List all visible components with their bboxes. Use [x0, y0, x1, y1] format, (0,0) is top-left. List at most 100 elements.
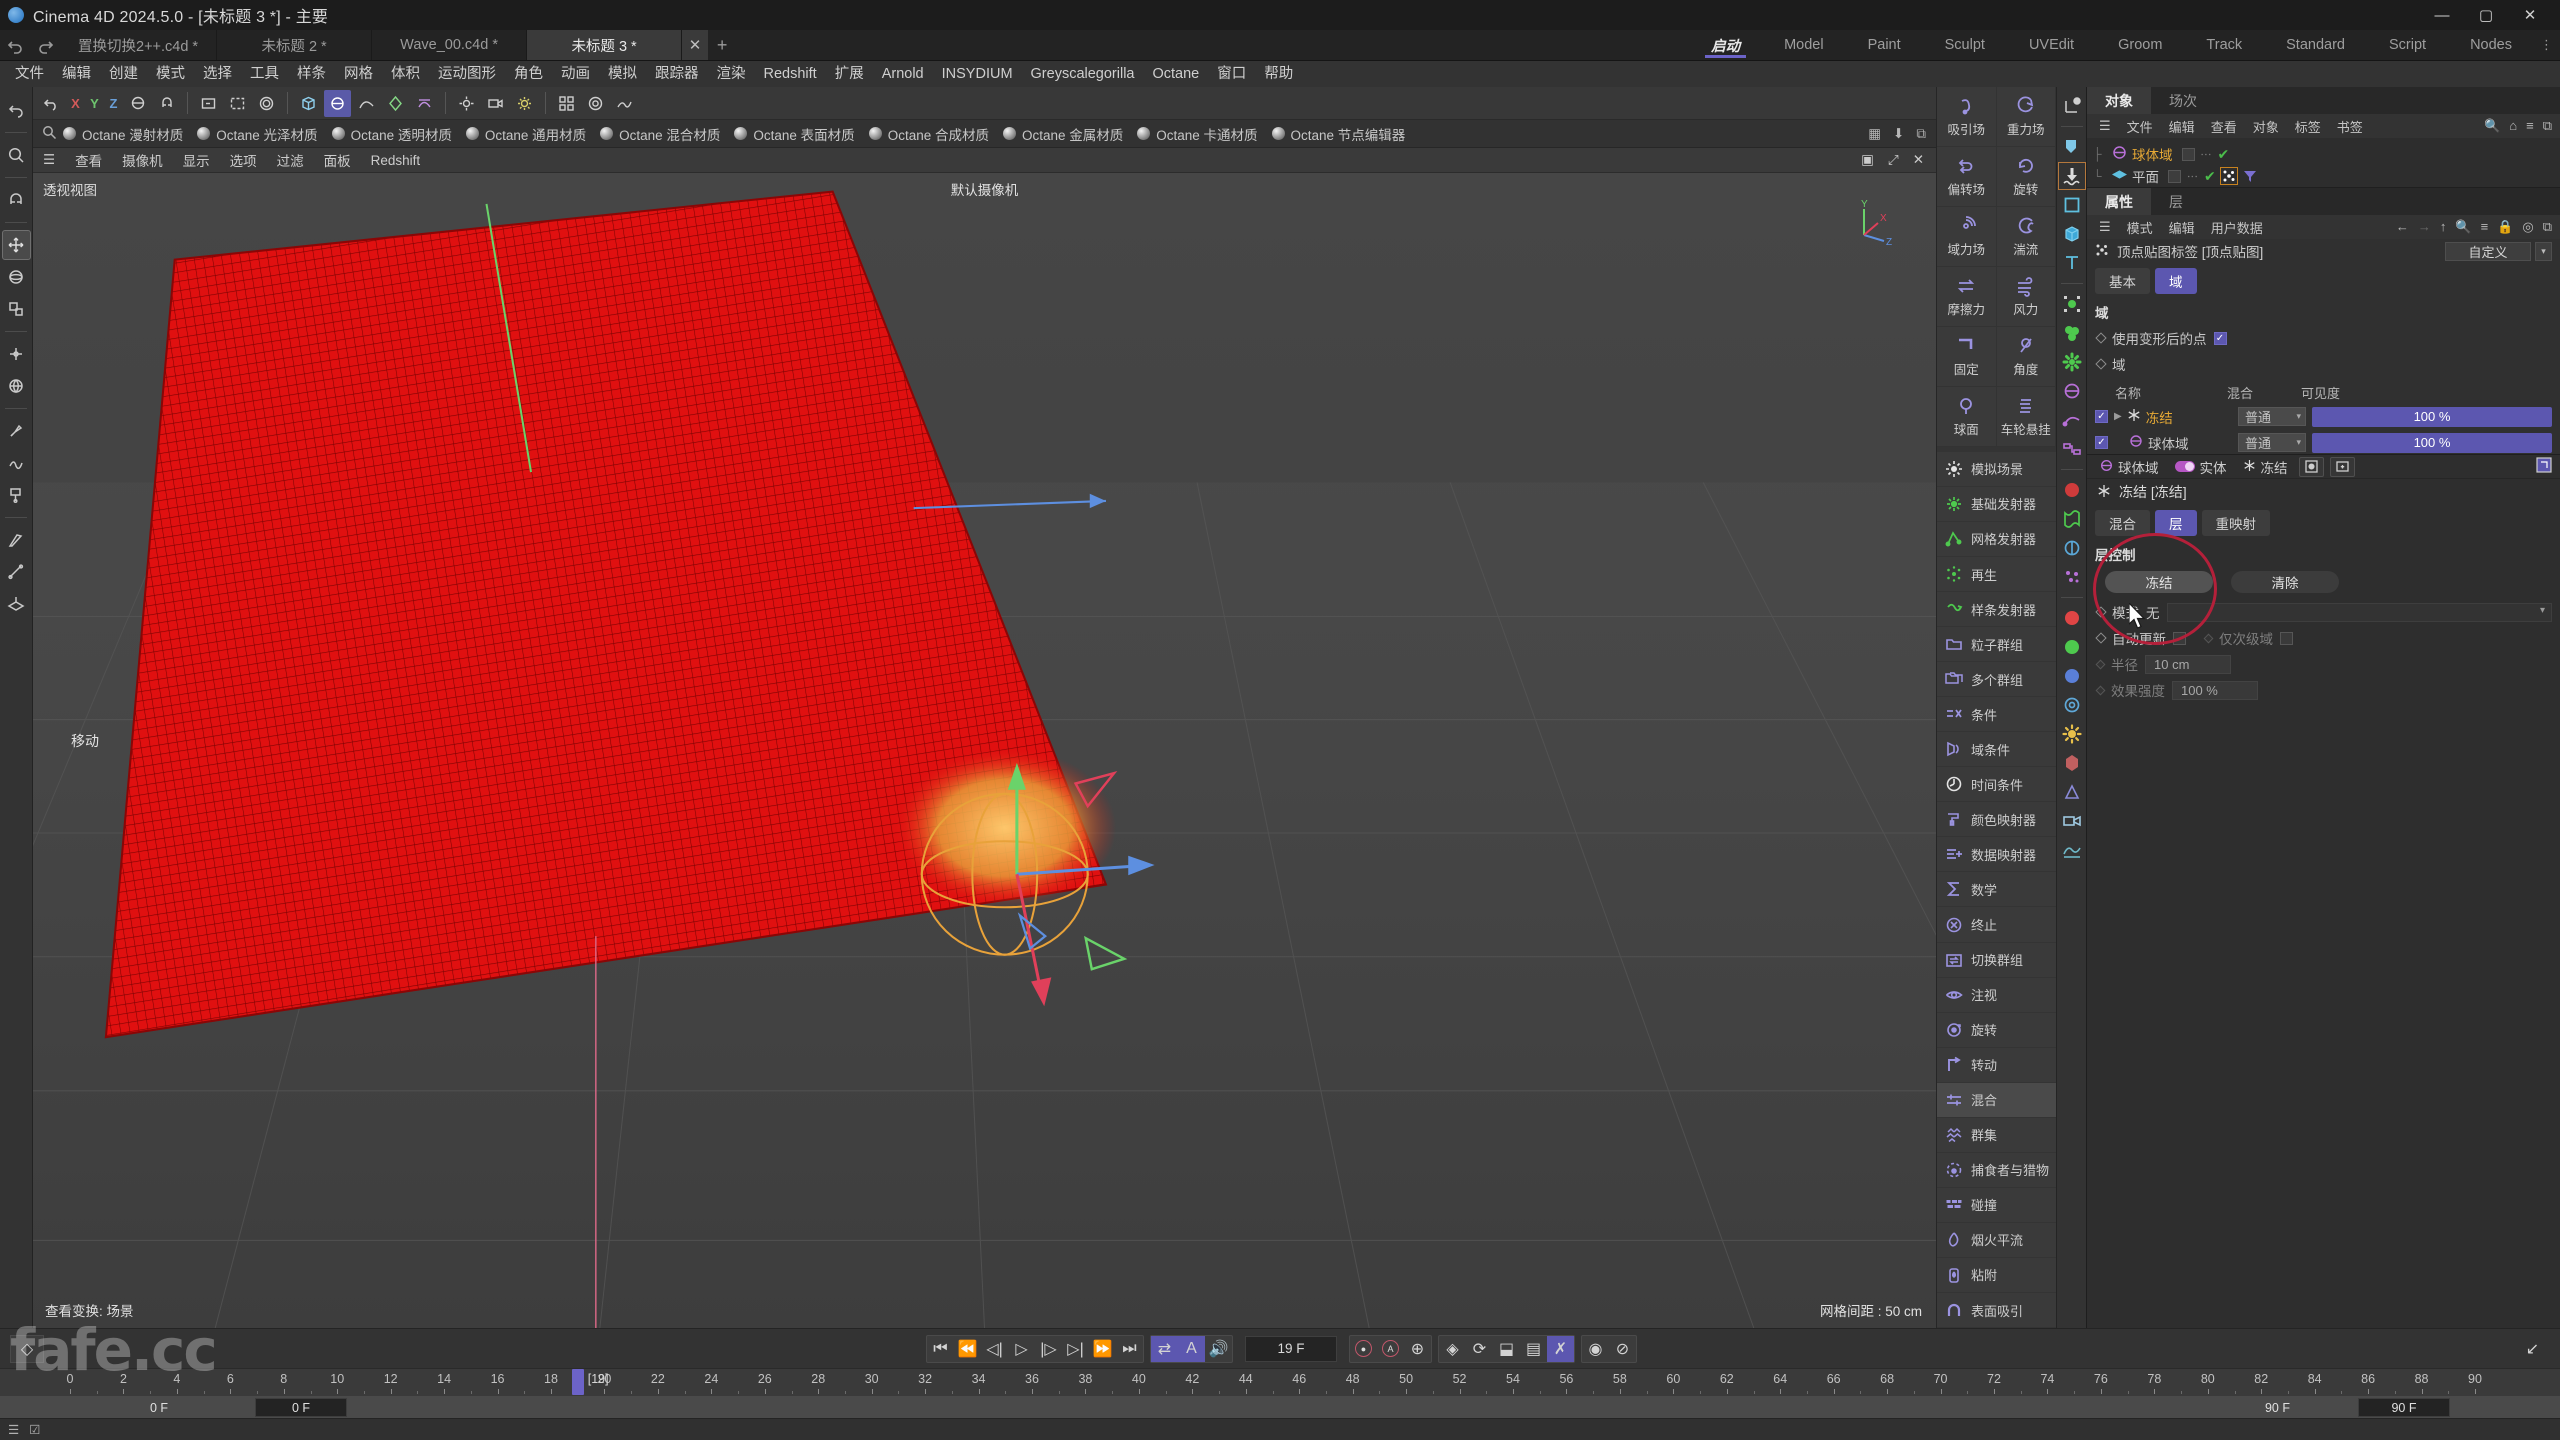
material-grid-icon[interactable]: ▦ — [1868, 126, 1881, 142]
layout-tab-model[interactable]: Model — [1762, 30, 1846, 60]
go-to-start-button[interactable]: ⏮ — [927, 1336, 954, 1362]
constraint-wheel-suspension[interactable]: 车轮悬挂 — [1996, 387, 2056, 447]
preset-value[interactable]: 自定义 — [2445, 241, 2531, 261]
axis-x-button[interactable]: X — [66, 92, 85, 114]
breadcrumb-new-folder-button[interactable] — [2329, 456, 2355, 477]
am-menu-mode[interactable]: 模式 — [2119, 218, 2161, 237]
sim-item-color-mapper[interactable]: 颜色映射器 — [1937, 802, 2056, 838]
sim-item-mesh-emitter[interactable]: 网格发射器 — [1937, 522, 2056, 558]
camera-rig-icon[interactable] — [2059, 808, 2085, 834]
smooth-tool-icon[interactable] — [2, 448, 31, 478]
object-row-sphere-field[interactable]: ├ 球体域 ⋮ ✔ — [2087, 143, 2560, 165]
animate-diamond-icon[interactable] — [2095, 358, 2107, 370]
props-seg-layer[interactable]: 层 — [2155, 510, 2197, 536]
field-tag-icon[interactable] — [2242, 168, 2258, 184]
menu-render[interactable]: 渲染 — [708, 61, 755, 87]
render-queue-icon[interactable] — [2059, 605, 2085, 631]
menu-window[interactable]: 窗口 — [1208, 61, 1255, 87]
object-enabled-check[interactable]: ✔ — [2204, 168, 2216, 185]
chevron-down-icon[interactable]: ▾ — [2535, 241, 2552, 261]
breadcrumb-sphere-field[interactable]: 球体域 — [2095, 457, 2164, 477]
mograph-icon[interactable] — [553, 90, 580, 117]
studio-icon[interactable] — [2059, 837, 2085, 863]
menu-help[interactable]: 帮助 — [1255, 61, 1302, 87]
point-level-anim-button[interactable]: ◉ — [1582, 1336, 1609, 1362]
sim-item-time-condition[interactable]: 时间条件 — [1937, 767, 2056, 803]
up-icon[interactable]: ↑ — [2440, 219, 2447, 235]
material-popout-icon[interactable]: ⧉ — [1916, 126, 1926, 142]
strength-row[interactable]: 效果强度 100 % — [2087, 677, 2560, 703]
viewport-close-icon[interactable]: ✕ — [1913, 152, 1924, 168]
sim-item-blend[interactable]: 混合 — [1937, 1082, 2056, 1118]
om-menu-tags[interactable]: 标签 — [2287, 117, 2329, 136]
octane-toon-material[interactable]: Octane 卡通材质 — [1133, 124, 1267, 144]
layout-tab-sculpt[interactable]: Sculpt — [1923, 30, 2007, 60]
autokey-toggle[interactable]: A — [1178, 1335, 1205, 1362]
menu-octane[interactable]: Octane — [1144, 61, 1209, 87]
autokeying-button[interactable]: A — [1377, 1336, 1404, 1362]
radius-field[interactable]: 10 cm — [2145, 654, 2231, 674]
menu-arnold[interactable]: Arnold — [873, 61, 933, 87]
sim-item-turn[interactable]: 转动 — [1937, 1048, 2056, 1083]
displacer-icon[interactable] — [2057, 162, 2086, 190]
breadcrumb-solid[interactable]: 实体 — [2170, 457, 2232, 477]
render-view-icon[interactable] — [195, 90, 222, 117]
sim-item-particle-group[interactable]: 粒子群组 — [1937, 627, 2056, 663]
generator-icon[interactable] — [382, 90, 409, 117]
field-blend-select[interactable]: 普通 — [2238, 407, 2306, 426]
field-visibility-slider[interactable]: 100 % — [2312, 432, 2552, 453]
field-visibility-slider[interactable]: 100 % — [2312, 406, 2552, 427]
menu-edit[interactable]: 编辑 — [53, 61, 100, 87]
om-menu-file[interactable]: 文件 — [2119, 117, 2161, 136]
octane-layer-material[interactable]: Octane 表面材质 — [730, 124, 864, 144]
octane-diffuse-material[interactable]: Octane 漫射材质 — [59, 124, 193, 144]
filter-icon[interactable]: ≡ — [2526, 118, 2534, 134]
filter-icon[interactable]: ≡ — [2481, 219, 2489, 235]
simulate-icon[interactable] — [611, 90, 638, 117]
om-menu-edit[interactable]: 编辑 — [2161, 117, 2203, 136]
sim-item-rotate[interactable]: 旋转 — [1937, 1013, 2056, 1048]
constraint-spherical[interactable]: 球面 — [1937, 387, 1997, 447]
sim-item-condition[interactable]: 条件 — [1937, 697, 2056, 733]
spline-effector-icon[interactable] — [2059, 407, 2085, 433]
breadcrumb-target-button[interactable] — [2298, 456, 2324, 477]
maximize-button[interactable]: ▢ — [2464, 0, 2508, 30]
mode-dropdown[interactable] — [2166, 602, 2552, 622]
tab-attributes[interactable]: 属性 — [2087, 188, 2151, 215]
menu-tools[interactable]: 工具 — [241, 61, 288, 87]
force-field-force[interactable]: 域力场 — [1937, 207, 1997, 267]
scatter-icon[interactable] — [2059, 779, 2085, 805]
search-icon[interactable]: 🔍 — [2455, 219, 2471, 235]
scale-tool-icon[interactable] — [2, 294, 31, 324]
visibility-dots-icon[interactable]: ⋮ — [2186, 171, 2199, 181]
om-menu-objects[interactable]: 对象 — [2245, 117, 2287, 136]
perspective-viewport[interactable]: 透视视图 默认摄像机 移动 查看变换: 场景 网格间距 : 50 cm Y Z … — [33, 173, 1936, 1328]
mograph-matrix-icon[interactable] — [2059, 320, 2085, 346]
move-axis-icon[interactable] — [2059, 93, 2085, 119]
menu-tracker[interactable]: 跟踪器 — [646, 61, 708, 87]
document-tab-0[interactable]: 置换切换2++.c4d * — [60, 30, 218, 60]
sphere-field-icon[interactable] — [324, 89, 351, 117]
sim-item-spline-emitter[interactable]: 样条发射器 — [1937, 592, 2056, 628]
paint-tool-icon[interactable] — [2, 480, 31, 510]
am-menu-edit[interactable]: 编辑 — [2161, 218, 2203, 237]
undo-icon[interactable] — [0, 30, 30, 60]
object-row-plane[interactable]: └ 平面 ⋮ ✔ — [2087, 165, 2560, 187]
timeline-ruler[interactable]: 0 2 4 6 8 10 12 14 16 18 20 22 24 26 28 30 32 34 36 38 40 42 4… — [0, 1316, 2560, 1418]
viewport-menu-options[interactable]: 选项 — [230, 150, 257, 170]
plane-primitive-icon[interactable] — [2059, 192, 2085, 218]
om-hamburger-icon[interactable]: ☰ — [2091, 118, 2119, 134]
vertex-map-tag-icon[interactable] — [2219, 167, 2238, 185]
force-deflector[interactable]: 偏转场 — [1937, 147, 1997, 207]
viewport-menu-filter[interactable]: 过滤 — [277, 150, 304, 170]
object-visibility-box[interactable] — [2181, 147, 2195, 161]
workplane-tool-icon[interactable] — [2, 589, 31, 619]
rotate-tool-icon[interactable] — [2, 262, 31, 292]
home-icon[interactable]: ⌂ — [2509, 118, 2517, 134]
position-key-toggle[interactable]: ◈ — [1439, 1336, 1466, 1362]
force-gravity[interactable]: 重力场 — [1996, 87, 2056, 147]
close-tab-icon[interactable]: ✕ — [682, 30, 709, 60]
mode-row[interactable]: 模式 无 — [2087, 599, 2560, 625]
force-turbulence[interactable]: 湍流 — [1996, 207, 2056, 267]
cube-icon[interactable] — [2059, 221, 2085, 247]
